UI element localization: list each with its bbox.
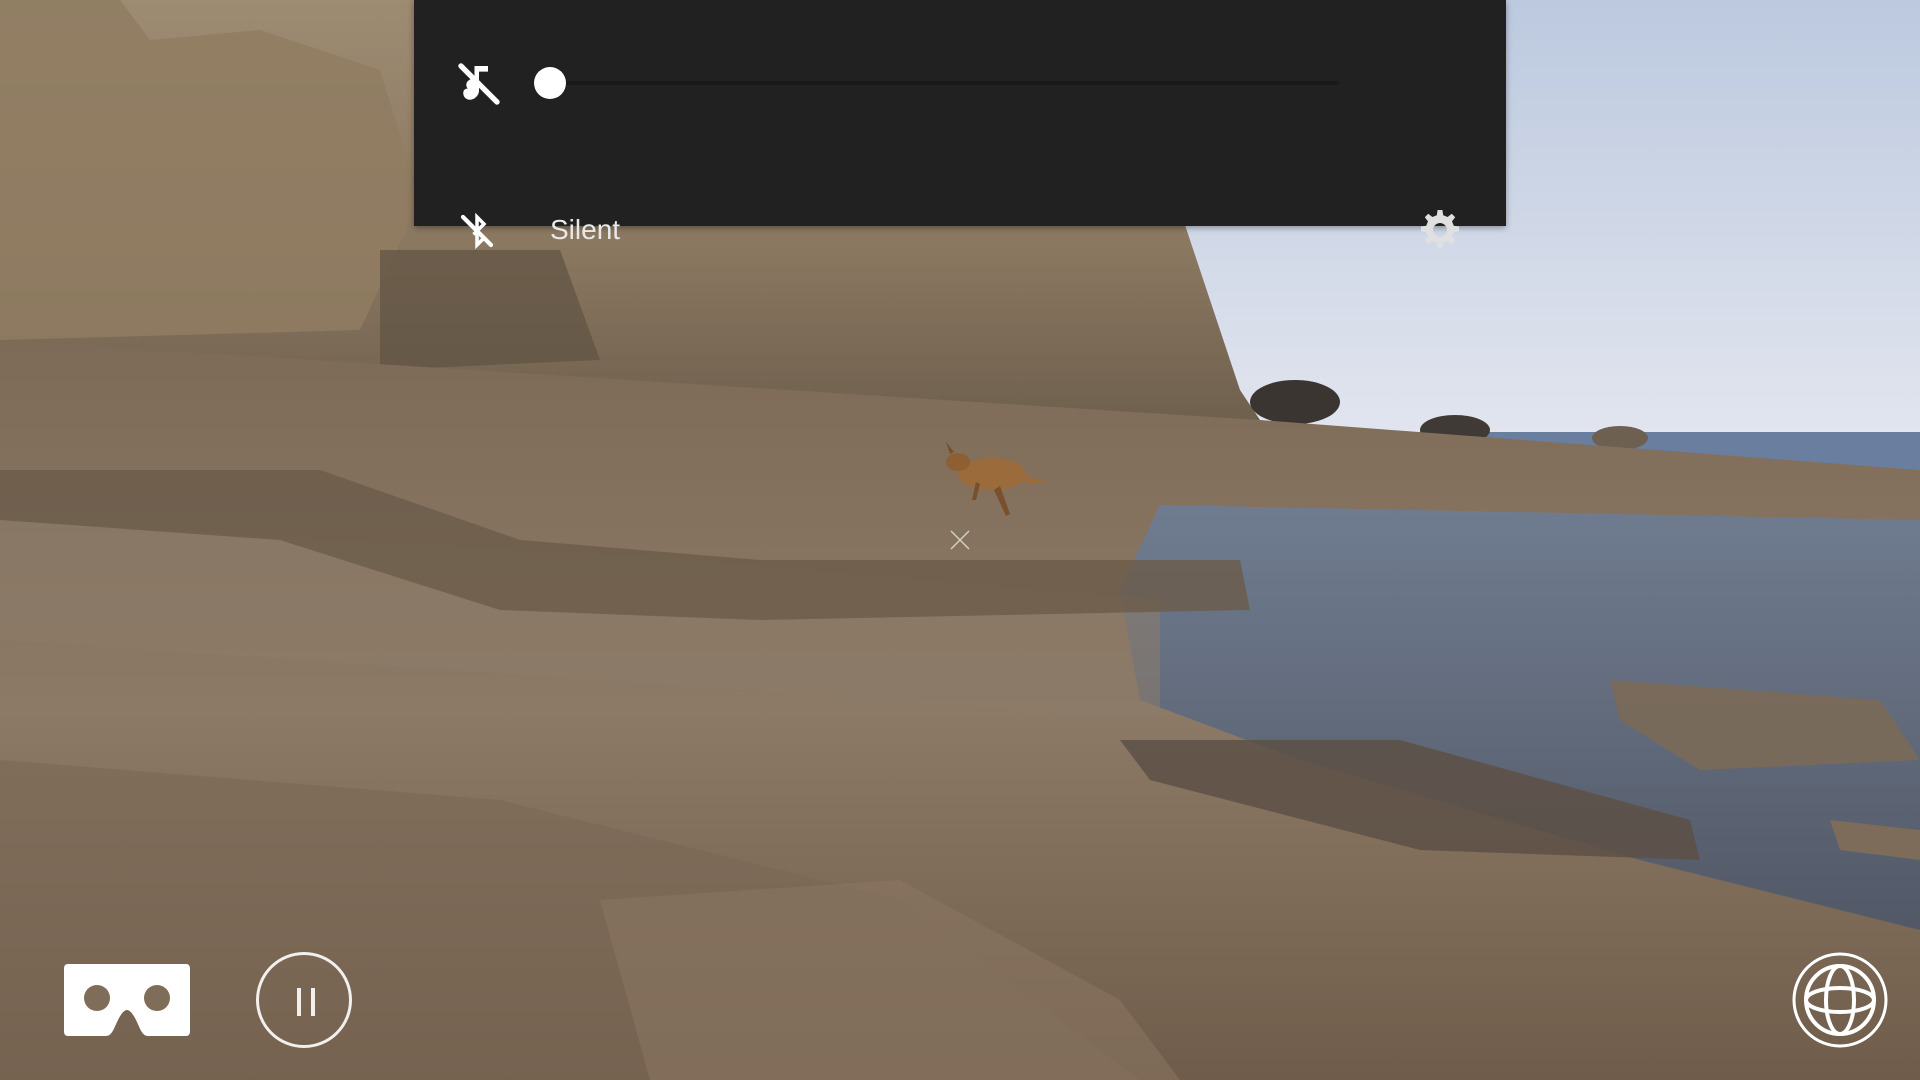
globe-360-icon[interactable] (1792, 952, 1888, 1048)
gear-icon[interactable] (1416, 206, 1464, 254)
cardboard-vr-icon[interactable] (62, 962, 192, 1038)
pause-icon (297, 988, 301, 1016)
silent-label: Silent (550, 214, 621, 245)
gaze-reticle-icon (950, 530, 970, 550)
pause-button[interactable] (256, 952, 352, 1048)
volume-slider-track[interactable] (550, 81, 1338, 85)
volume-panel (414, 0, 1506, 226)
bluetooth-off-icon (460, 212, 494, 250)
volume-slider-thumb[interactable] (534, 67, 566, 99)
volume-muted-icon[interactable] (452, 57, 506, 111)
